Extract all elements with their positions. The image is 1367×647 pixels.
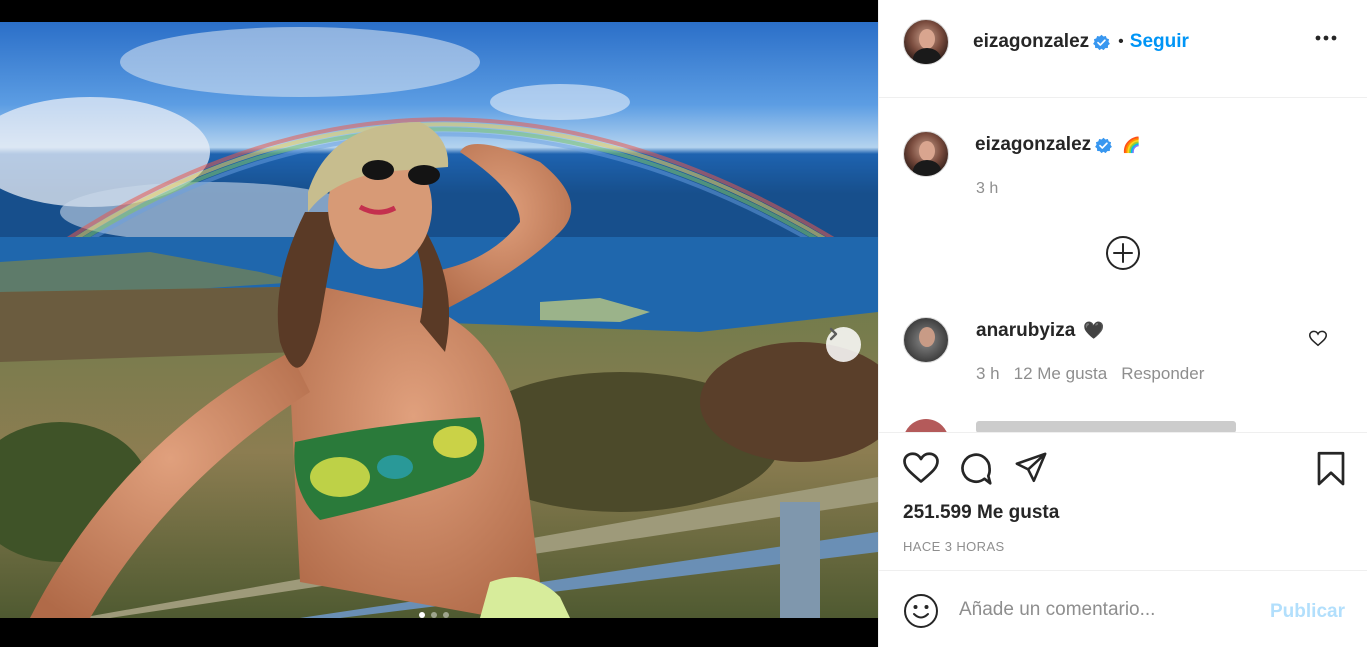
comment-icon	[961, 453, 992, 485]
bookmark-icon	[1317, 451, 1345, 486]
author-info: eizagonzalez • Seguir	[973, 31, 1189, 53]
comments-section[interactable]: eizagonzalez 🌈 3 h anarubyiza 🖤 3 h 12 M…	[879, 98, 1367, 432]
comment-likes[interactable]: 12 Me gusta	[1014, 364, 1108, 384]
carousel-next-button[interactable]	[826, 327, 861, 362]
follow-button[interactable]: Seguir	[1130, 31, 1189, 53]
comment: anarubyiza 🖤	[976, 320, 1104, 342]
caption-timestamp: 3 h	[976, 180, 999, 197]
comment-input[interactable]	[959, 595, 1249, 625]
add-circle-icon[interactable]	[1105, 235, 1141, 271]
post-details-panel: eizagonzalez • Seguir eizagonzalez 🌈 3 h…	[878, 0, 1367, 647]
heart-icon	[903, 452, 939, 483]
chevron-right-icon	[829, 327, 838, 341]
action-icons	[903, 451, 1049, 492]
post-header: eizagonzalez • Seguir	[879, 0, 1367, 98]
carousel-dot-active	[419, 612, 425, 618]
post-photo[interactable]	[0, 22, 878, 618]
post-time-ago: HACE 3 HORAS	[903, 539, 1005, 554]
comment-button[interactable]	[958, 451, 994, 492]
commenter-avatar[interactable]	[903, 317, 949, 363]
header-separator: •	[1118, 33, 1124, 50]
comment-text: 🖤	[1083, 321, 1105, 340]
verified-badge-icon	[1095, 137, 1113, 153]
likes-count[interactable]: 251.599 Me gusta	[903, 502, 1059, 524]
publish-button[interactable]: Publicar	[1270, 601, 1345, 623]
more-options-icon[interactable]	[1315, 35, 1337, 41]
emoji-smile-icon[interactable]	[903, 593, 939, 629]
author-avatar[interactable]	[903, 19, 949, 65]
post-actions: 251.599 Me gusta HACE 3 HORAS	[879, 432, 1367, 570]
caption: eizagonzalez 🌈	[975, 134, 1141, 156]
photo-illustration	[0, 22, 878, 618]
next-commenter-avatar[interactable]	[903, 419, 949, 432]
next-comment-preview	[976, 421, 1236, 432]
author-username[interactable]: eizagonzalez	[973, 31, 1089, 53]
caption-author-avatar[interactable]	[903, 131, 949, 177]
caption-username[interactable]: eizagonzalez	[975, 134, 1091, 156]
post-media	[0, 0, 878, 647]
comment-meta: 3 h 12 Me gusta Responder	[976, 364, 1204, 384]
like-button[interactable]	[903, 451, 939, 492]
caption-text: 🌈	[1122, 137, 1141, 154]
share-icon	[1015, 452, 1047, 483]
comment-heart-icon[interactable]	[1309, 330, 1327, 347]
verified-badge-icon	[1093, 34, 1111, 50]
carousel-indicator	[419, 612, 449, 618]
reply-button[interactable]: Responder	[1121, 364, 1204, 384]
comment-username[interactable]: anarubyiza	[976, 320, 1075, 342]
share-button[interactable]	[1013, 451, 1049, 492]
add-comment-bar: Publicar	[879, 570, 1367, 647]
carousel-dot	[443, 612, 449, 618]
carousel-dot	[431, 612, 437, 618]
save-button[interactable]	[1314, 451, 1348, 492]
comment-timestamp: 3 h	[976, 364, 1000, 383]
